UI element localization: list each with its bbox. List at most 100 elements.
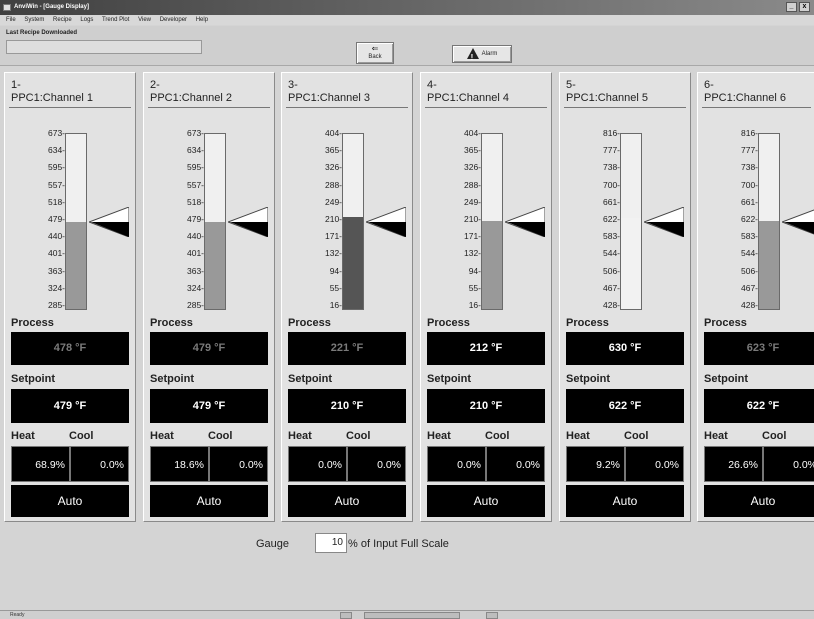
setpoint-value[interactable]: 210 °F <box>288 389 406 423</box>
channel-name: PPC1:Channel 5 <box>566 92 648 104</box>
scale-tick-label: 132- <box>463 248 481 259</box>
scale-tick-label: 16- <box>329 300 342 310</box>
heat-output-value: 26.6% <box>704 446 763 482</box>
process-bar <box>481 133 503 310</box>
scale-tick-label: 583- <box>740 231 758 242</box>
channel-panel: 1- PPC1:Channel 1 673- 634- 595- 557- 518- 479-… <box>4 72 136 522</box>
cool-output-value: 0.0% <box>625 446 684 482</box>
setpoint-pointer-icon[interactable] <box>642 205 685 238</box>
process-bar-fill <box>66 221 86 309</box>
channel-name: PPC1:Channel 2 <box>150 92 232 104</box>
heat-label: Heat <box>566 430 590 442</box>
process-label: Process <box>566 317 609 329</box>
setpoint-value[interactable]: 622 °F <box>566 389 684 423</box>
channel-number: 4- <box>427 79 437 91</box>
scale-tick-label: 404- <box>324 128 342 138</box>
setpoint-label: Setpoint <box>288 373 332 385</box>
channel-panel: 2- PPC1:Channel 2 673- 634- 595- 557- 518- 479-… <box>143 72 275 522</box>
scale-tick-label: 544- <box>602 248 620 259</box>
mode-button[interactable]: Auto <box>704 485 814 517</box>
status-pane <box>364 612 460 619</box>
menu-help[interactable]: Help <box>196 17 208 23</box>
close-button[interactable]: x <box>799 2 810 12</box>
setpoint-label: Setpoint <box>704 373 748 385</box>
header-divider <box>564 107 686 108</box>
setpoint-pointer-icon[interactable] <box>226 205 269 238</box>
scale-tick-label: 132- <box>324 248 342 259</box>
setpoint-pointer-icon[interactable] <box>780 207 814 237</box>
scale-tick-label: 816- <box>602 128 620 138</box>
menu-view[interactable]: View <box>138 17 151 23</box>
header-divider <box>702 107 811 108</box>
process-value: 479 °F <box>150 332 268 365</box>
heat-label: Heat <box>704 430 728 442</box>
scale-tick-label: 700- <box>602 179 620 190</box>
heat-output-value: 0.0% <box>288 446 347 482</box>
setpoint-pointer-icon[interactable] <box>87 205 130 238</box>
process-bar <box>65 133 87 310</box>
menu-recipe[interactable]: Recipe <box>53 17 72 23</box>
menu-system[interactable]: System <box>24 17 44 23</box>
scale-tick-label: 634- <box>47 145 65 156</box>
setpoint-value[interactable]: 622 °F <box>704 389 814 423</box>
process-bar-fill <box>759 221 779 309</box>
scale-tick-label: 363- <box>47 265 65 276</box>
process-label: Process <box>704 317 747 329</box>
cool-output-value: 0.0% <box>763 446 814 482</box>
mode-button[interactable]: Auto <box>566 485 684 517</box>
process-bar <box>204 133 226 310</box>
setpoint-pointer-icon[interactable] <box>503 205 546 238</box>
channel-panel: 5- PPC1:Channel 5 816- 777- 738- 700- 661- 622-… <box>559 72 691 522</box>
setpoint-value[interactable]: 479 °F <box>150 389 268 423</box>
menu-file[interactable]: File <box>6 17 16 23</box>
mode-button[interactable]: Auto <box>288 485 406 517</box>
cool-output-value: 0.0% <box>70 446 129 482</box>
recipe-field <box>6 40 202 54</box>
scale-tick-label: 440- <box>186 231 204 242</box>
scale-tick-label: 440- <box>47 231 65 242</box>
menu-logs[interactable]: Logs <box>80 17 93 23</box>
process-label: Process <box>288 317 331 329</box>
back-button[interactable]: ⇐ Back <box>356 42 394 64</box>
heat-label: Heat <box>427 430 451 442</box>
minimize-button[interactable]: _ <box>786 2 797 12</box>
application-window: AnviWin - [Gauge Display] _ x File Syste… <box>0 0 814 619</box>
scale-tick-label: 506- <box>602 265 620 276</box>
scale-tick-label: 661- <box>740 196 758 207</box>
process-label: Process <box>150 317 193 329</box>
scale-tick-label: 506- <box>740 265 758 276</box>
setpoint-value[interactable]: 479 °F <box>11 389 129 423</box>
footer: Gauge 10 % of Input Full Scale <box>0 522 814 608</box>
process-value: 212 °F <box>427 332 545 365</box>
process-label: Process <box>427 317 470 329</box>
gauge-unit-label: % of Input Full Scale <box>348 538 449 550</box>
channel-name: PPC1:Channel 4 <box>427 92 509 104</box>
scale-tick-label: 324- <box>47 282 65 293</box>
mode-button[interactable]: Auto <box>150 485 268 517</box>
scale-tick-label: 816- <box>740 128 758 138</box>
scale-tick-label: 479- <box>47 214 65 224</box>
heat-label: Heat <box>288 430 312 442</box>
scale-tick-label: 365- <box>324 145 342 156</box>
heat-output-value: 0.0% <box>427 446 486 482</box>
channel-number: 6- <box>704 79 714 91</box>
gauge-scale-input[interactable]: 10 <box>315 533 347 553</box>
process-bar <box>342 133 364 310</box>
status-pane <box>486 612 498 619</box>
scale-tick-label: 557- <box>47 179 65 190</box>
alarm-button[interactable]: Alarm <box>452 45 512 66</box>
cool-label: Cool <box>485 430 510 442</box>
gauge-label: Gauge <box>256 538 290 550</box>
scale-tick-label: 700- <box>740 179 758 190</box>
menu-developer[interactable]: Developer <box>160 17 187 23</box>
scale-tick-label: 467- <box>740 282 758 293</box>
scale-tick-label: 94- <box>468 265 481 276</box>
scale-tick-label: 518- <box>47 196 65 207</box>
mode-button[interactable]: Auto <box>11 485 129 517</box>
setpoint-value[interactable]: 210 °F <box>427 389 545 423</box>
mode-button[interactable]: Auto <box>427 485 545 517</box>
heat-label: Heat <box>150 430 174 442</box>
setpoint-pointer-icon[interactable] <box>364 205 407 238</box>
cool-label: Cool <box>762 430 787 442</box>
menu-trend-plot[interactable]: Trend Plot <box>102 17 129 23</box>
